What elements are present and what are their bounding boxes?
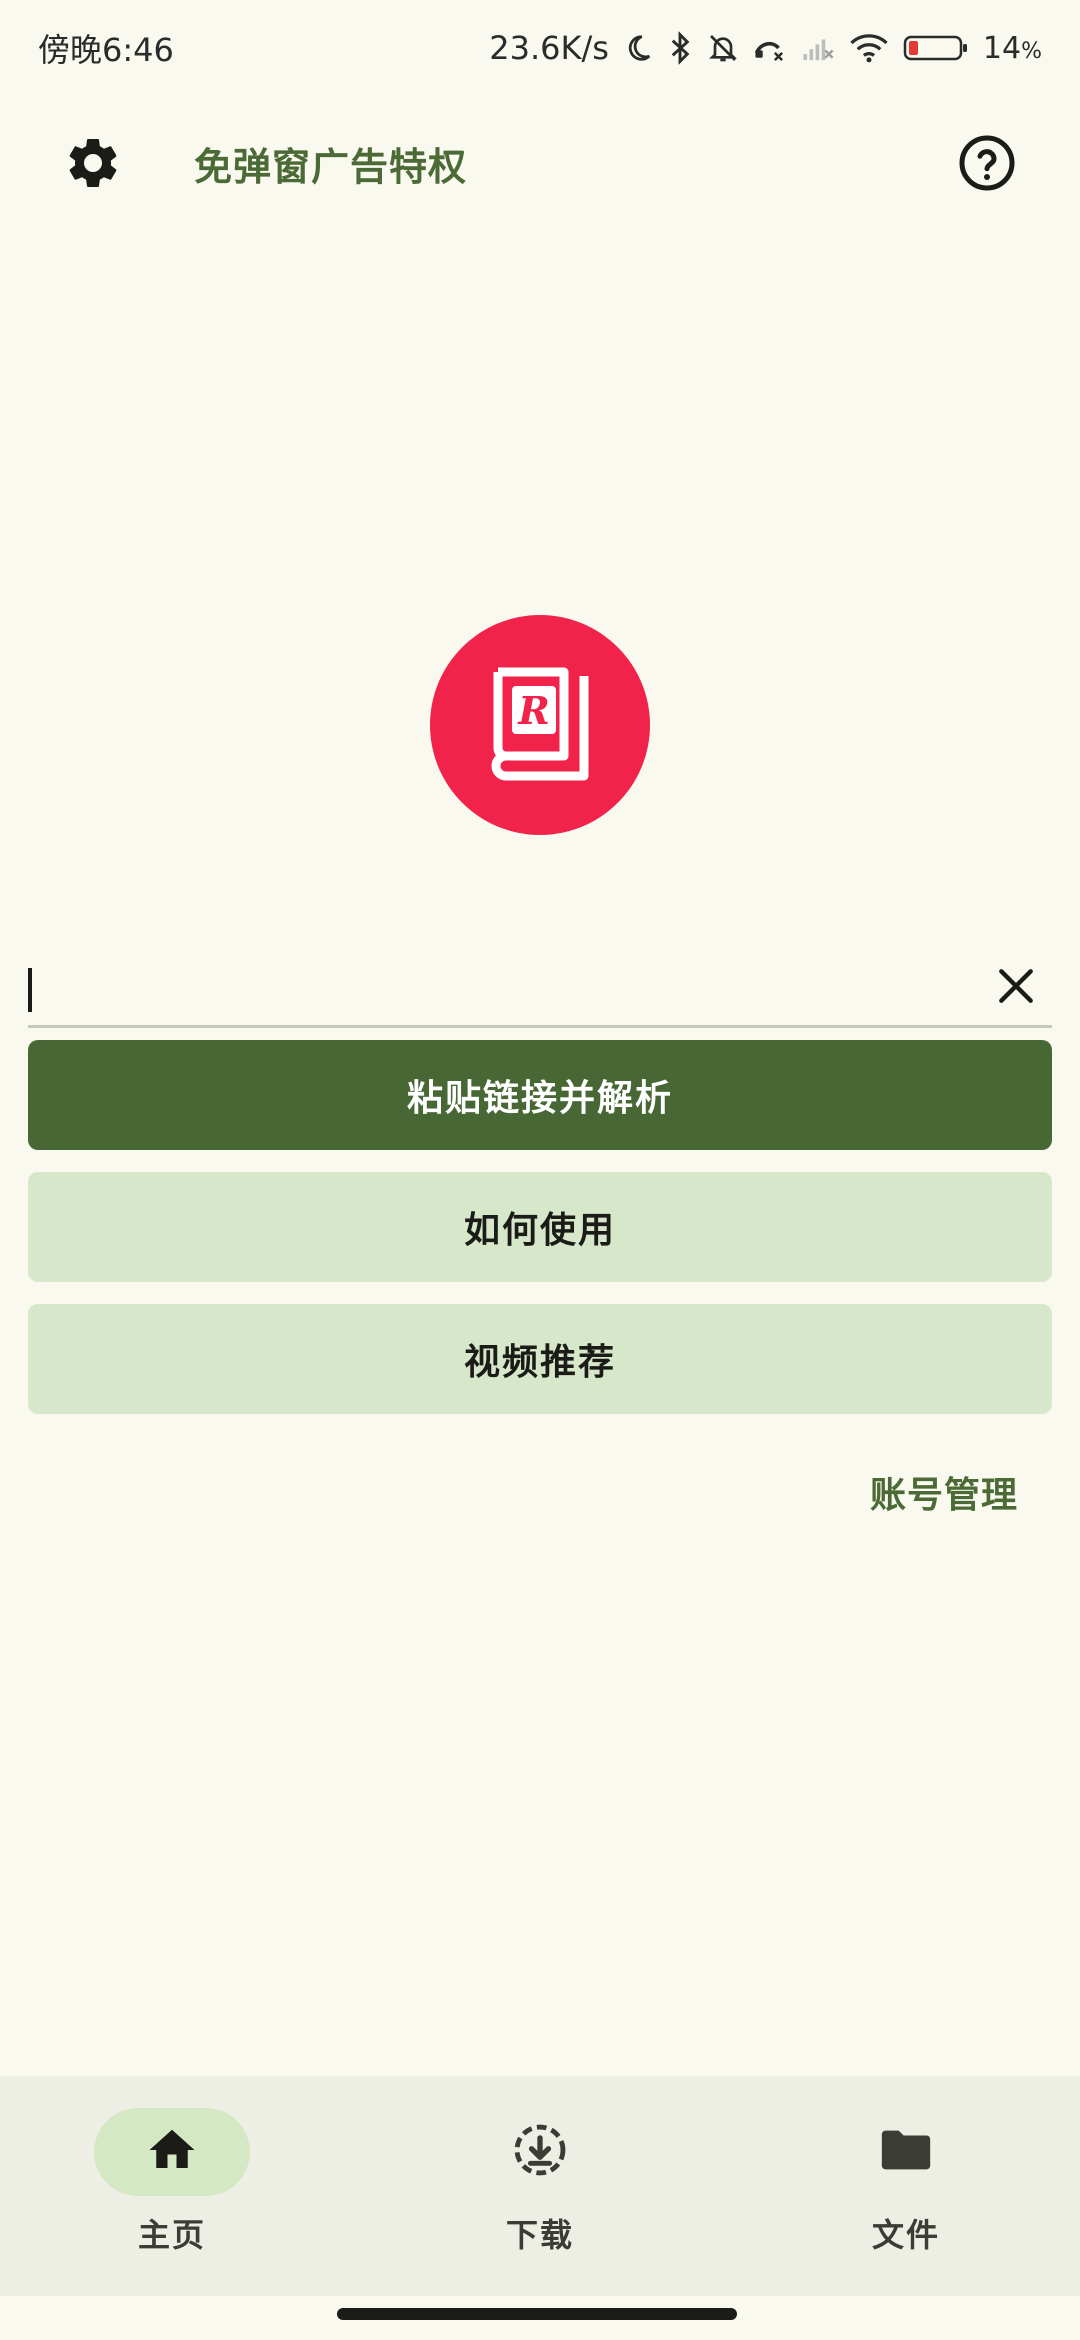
status-bar: 傍晚6:46 23.6K/s 14% [0,0,1080,96]
nav-item-home[interactable]: 主页 [72,2108,272,2268]
link-input[interactable] [28,950,988,1024]
settings-button[interactable] [60,132,126,198]
bell-off-icon [707,32,739,64]
logo-letter: R [517,688,550,733]
video-recommend-button[interactable]: 视频推荐 [28,1304,1052,1414]
nav-label-download: 下载 [505,2216,574,2254]
download-circle-icon [511,2121,569,2183]
signal-off-icon [801,33,835,63]
bluetooth-icon [667,31,693,65]
app-screen: 傍晚6:46 23.6K/s 14% 免弹窗广告特权 R 粘贴链接并解析 如何使… [0,0,1080,2340]
nav-icon-container [462,2108,618,2196]
help-circle-icon [957,133,1017,197]
call-missed-icon [753,33,787,63]
close-icon [994,964,1038,1012]
nav-active-indicator [94,2108,250,2196]
home-icon [145,2123,199,2181]
how-to-use-button[interactable]: 如何使用 [28,1172,1052,1282]
nav-label-home: 主页 [137,2216,206,2254]
text-caret [28,968,32,1012]
status-icons: 23.6K/s 14% [489,29,1042,67]
battery-level: 14% [982,30,1042,66]
link-input-row [28,950,1052,1028]
moon-icon [623,33,653,63]
folder-icon [877,2121,935,2183]
help-button[interactable] [954,132,1020,198]
nav-icon-container [828,2108,984,2196]
account-management-link[interactable]: 账号管理 [870,1466,1018,1518]
battery-low-icon [903,33,969,63]
app-logo: R [430,615,650,835]
paste-and-parse-button[interactable]: 粘贴链接并解析 [28,1040,1052,1150]
net-speed: 23.6K/s [489,29,609,67]
nav-label-files: 文件 [871,2216,940,2254]
home-indicator[interactable] [337,2308,737,2320]
nav-item-files[interactable]: 文件 [806,2108,1006,2268]
top-app-bar: 免弹窗广告特权 [0,110,1080,220]
wifi-icon [849,32,889,64]
gear-icon [63,133,123,197]
clear-input-button[interactable] [988,960,1044,1016]
page-title: 免弹窗广告特权 [194,145,468,189]
bottom-navigation: 主页 下载 文件 [0,2076,1080,2296]
book-r-logo: R [480,658,600,792]
status-time: 傍晚6:46 [38,31,174,69]
nav-item-download[interactable]: 下载 [440,2108,640,2268]
